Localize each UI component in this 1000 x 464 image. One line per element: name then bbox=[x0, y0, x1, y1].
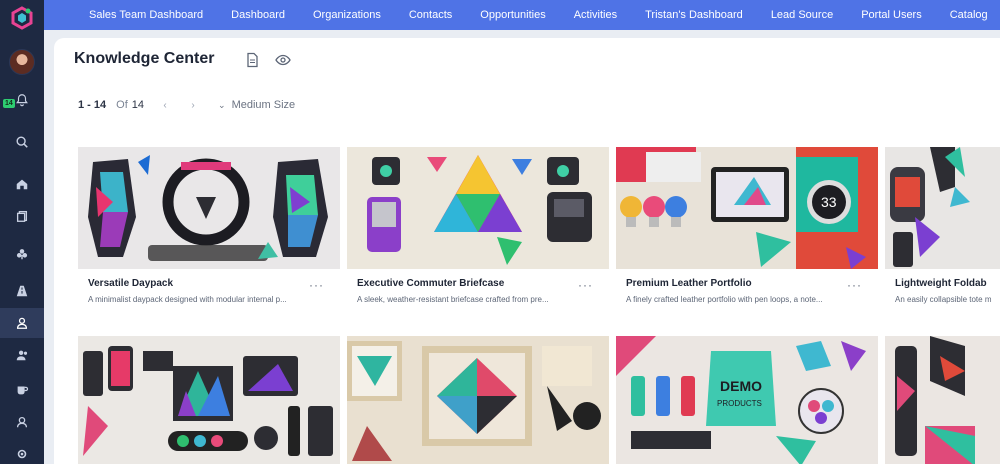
user-avatar[interactable] bbox=[9, 49, 35, 75]
card-image bbox=[347, 336, 609, 464]
app-logo-icon[interactable] bbox=[10, 6, 34, 30]
nav-sales-team-dashboard[interactable]: Sales Team Dashboard bbox=[44, 0, 217, 30]
card-premium-leather-portfolio[interactable]: 33 Premium Leather Portfolio ··· A finel… bbox=[616, 147, 878, 304]
card-lightweight-foldable[interactable]: Lightweight Foldab An easily collapsible… bbox=[885, 147, 1000, 304]
search-icon[interactable] bbox=[12, 132, 32, 152]
copy-icon[interactable] bbox=[12, 206, 32, 226]
of-label: Of bbox=[116, 99, 128, 111]
sidebar: 14 bbox=[0, 0, 44, 464]
nav-contacts[interactable]: Contacts bbox=[395, 0, 466, 30]
card-versatile-daypack[interactable]: Versatile Daypack ··· A minimalist daypa… bbox=[78, 147, 340, 304]
card-title: Lightweight Foldab bbox=[895, 278, 987, 289]
svg-text:33: 33 bbox=[821, 194, 837, 210]
bell-icon[interactable] bbox=[12, 90, 32, 110]
settings-icon[interactable] bbox=[12, 444, 32, 464]
card-image bbox=[885, 336, 1000, 464]
card-title: Executive Commuter Briefcase bbox=[357, 278, 505, 289]
card-title: Premium Leather Portfolio bbox=[626, 278, 752, 289]
page-header: Knowledge Center bbox=[54, 38, 1000, 84]
road-icon[interactable] bbox=[12, 281, 32, 301]
user-group-icon[interactable] bbox=[12, 345, 32, 365]
svg-text:DEMO: DEMO bbox=[720, 378, 762, 394]
nav-activities[interactable]: Activities bbox=[560, 0, 631, 30]
nav-opportunities[interactable]: Opportunities bbox=[466, 0, 559, 30]
pagination-bar: 1 - 14 Of 14 ‹ › ⌄ Medium Size bbox=[78, 97, 295, 113]
card-image bbox=[347, 147, 609, 269]
eye-icon[interactable] bbox=[275, 52, 291, 68]
card-description: An easily collapsible tote m bbox=[895, 295, 992, 304]
nav-dashboard[interactable]: Dashboard bbox=[217, 0, 299, 30]
nav-organizations[interactable]: Organizations bbox=[299, 0, 395, 30]
clubs-icon[interactable] bbox=[12, 244, 32, 264]
nav-tristans-dashboard[interactable]: Tristan's Dashboard bbox=[631, 0, 757, 30]
card-image bbox=[78, 336, 340, 464]
contacts-icon[interactable] bbox=[0, 308, 44, 338]
card-title: Versatile Daypack bbox=[88, 278, 174, 289]
support-user-icon[interactable] bbox=[12, 412, 32, 432]
svg-text:PRODUCTS: PRODUCTS bbox=[717, 399, 762, 408]
cup-icon[interactable] bbox=[12, 380, 32, 400]
card-image-row2-1[interactable] bbox=[78, 336, 340, 464]
main-area: Knowledge Center 1 - 14 Of 14 ‹ › ⌄ Medi… bbox=[44, 30, 1000, 464]
card-image: DEMO PRODUCTS bbox=[616, 336, 878, 464]
card-size-label: Medium Size bbox=[231, 99, 296, 111]
card-size-dropdown[interactable]: ⌄ Medium Size bbox=[218, 99, 295, 111]
nav-catalog[interactable]: Catalog bbox=[936, 0, 1000, 30]
next-page-icon[interactable]: › bbox=[186, 98, 200, 112]
card-image-row2-2[interactable] bbox=[347, 336, 609, 464]
home-icon[interactable] bbox=[12, 174, 32, 194]
total-count: 14 bbox=[131, 99, 145, 111]
card-description: A minimalist daypack designed with modul… bbox=[88, 295, 287, 304]
card-image-row2-3[interactable]: DEMO PRODUCTS bbox=[616, 336, 878, 464]
notification-badge: 14 bbox=[3, 99, 15, 108]
page-range: 1 - 14 bbox=[78, 99, 107, 111]
card-image bbox=[885, 147, 1000, 269]
knowledge-center-panel: Knowledge Center 1 - 14 Of 14 ‹ › ⌄ Medi… bbox=[54, 38, 1000, 464]
more-options-icon[interactable]: ··· bbox=[309, 278, 324, 292]
top-navigation: Sales Team Dashboard Dashboard Organizat… bbox=[44, 0, 1000, 30]
card-image-row2-4[interactable] bbox=[885, 336, 1000, 464]
card-image: 33 bbox=[616, 147, 878, 269]
more-options-icon[interactable]: ··· bbox=[578, 278, 593, 292]
nav-lead-source[interactable]: Lead Source bbox=[757, 0, 847, 30]
document-icon[interactable] bbox=[244, 52, 260, 68]
chevron-down-icon: ⌄ bbox=[218, 99, 226, 110]
card-image bbox=[78, 147, 340, 269]
nav-portal-users[interactable]: Portal Users bbox=[847, 0, 936, 30]
card-description: A sleek, weather-resistant briefcase cra… bbox=[357, 295, 549, 304]
card-description: A finely crafted leather portfolio with … bbox=[626, 295, 823, 304]
card-executive-commuter-briefcase[interactable]: Executive Commuter Briefcase ··· A sleek… bbox=[347, 147, 609, 304]
page-title: Knowledge Center bbox=[74, 50, 215, 67]
more-options-icon[interactable]: ··· bbox=[847, 278, 862, 292]
prev-page-icon[interactable]: ‹ bbox=[158, 98, 172, 112]
